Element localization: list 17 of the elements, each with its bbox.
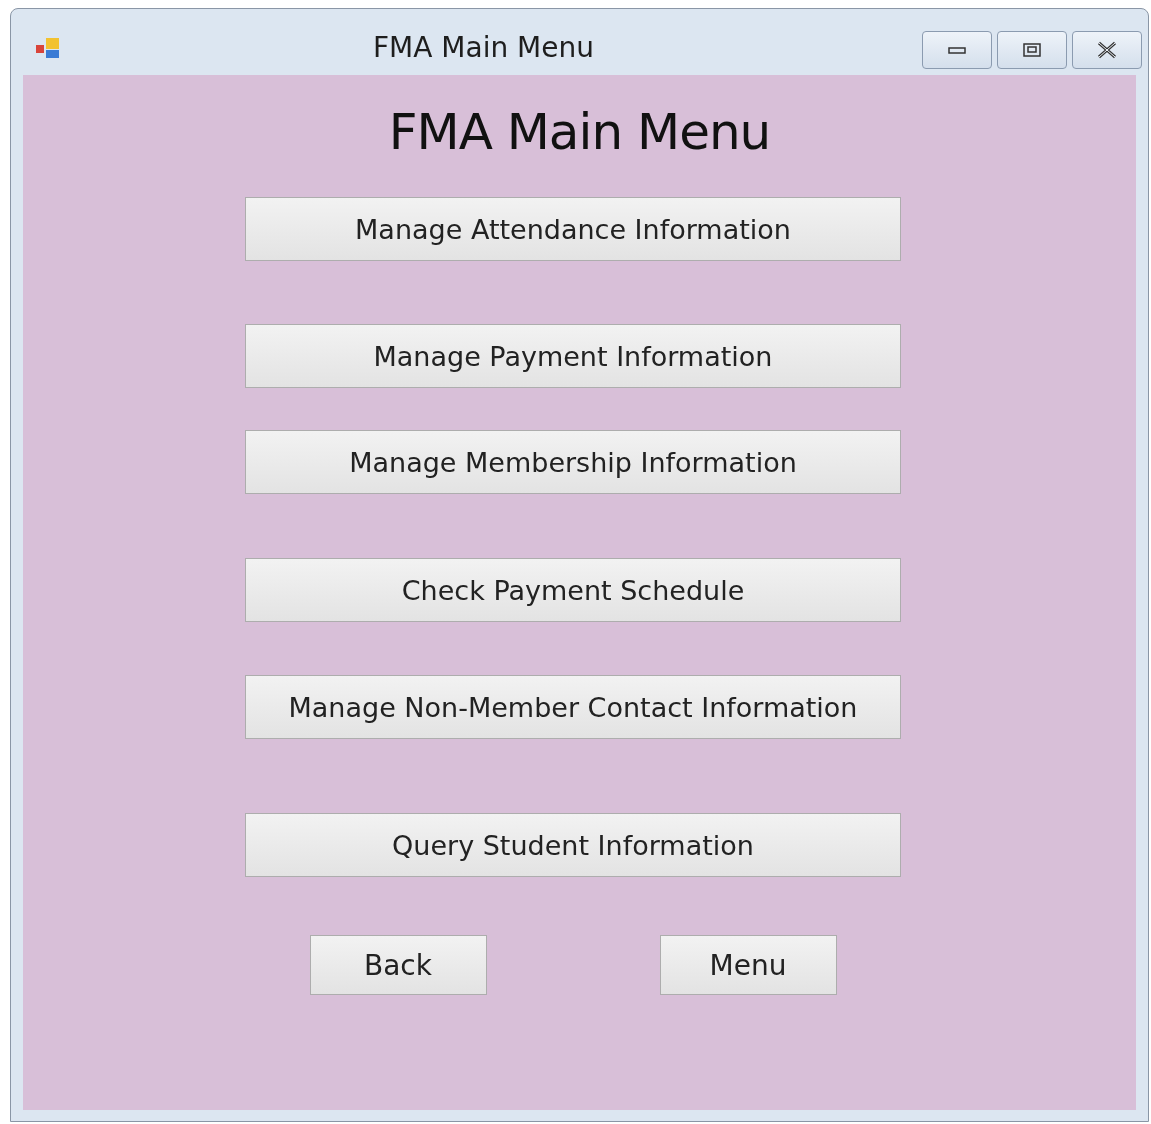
back-button[interactable]: Back [309, 935, 487, 995]
menu-button[interactable]: Manage Attendance Information [245, 197, 901, 261]
menu-button[interactable]: Manage Non-Member Contact Information [245, 675, 901, 739]
menu-button[interactable]: Menu [659, 935, 837, 995]
minimize-button[interactable] [922, 31, 992, 69]
app-icon [35, 37, 61, 59]
close-icon [1096, 41, 1118, 59]
menu-button[interactable]: Check Payment Schedule [245, 558, 901, 622]
heading: FMA Main Menu [388, 103, 771, 161]
window-title: FMA Main Menu [373, 31, 594, 64]
menu-button[interactable]: Query Student Information [245, 813, 901, 877]
minimize-icon [948, 45, 966, 55]
maximize-icon [1023, 43, 1041, 57]
close-button[interactable] [1072, 31, 1142, 69]
maximize-button[interactable] [997, 31, 1067, 69]
menu-button[interactable]: Manage Payment Information [245, 324, 901, 388]
menu-button[interactable]: Manage Membership Information [245, 430, 901, 494]
